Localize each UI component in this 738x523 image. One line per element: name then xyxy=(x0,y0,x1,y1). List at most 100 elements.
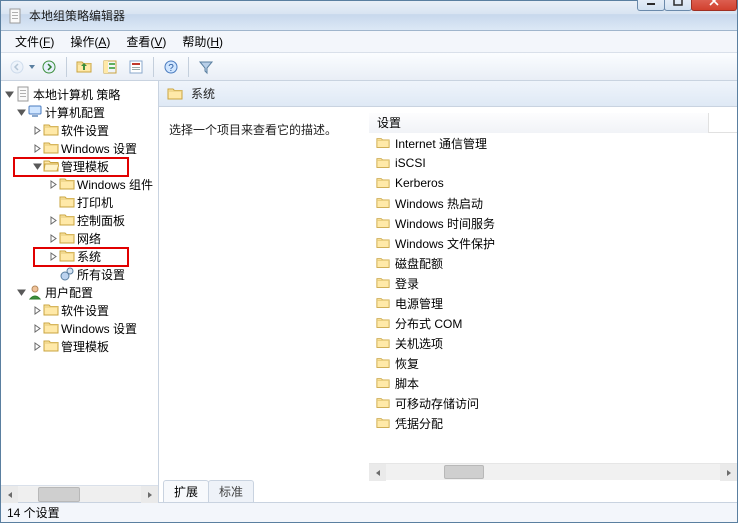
twist-closed-icon[interactable] xyxy=(31,306,43,315)
tree[interactable]: 本地计算机 策略 计算机配置 软件设置 Windows 设置 xyxy=(1,81,158,485)
tree-all-settings[interactable]: 所有设置 xyxy=(3,265,158,283)
scroll-thumb[interactable] xyxy=(38,487,80,502)
list-item[interactable]: 脚本 xyxy=(369,373,737,393)
twist-closed-icon[interactable] xyxy=(31,342,43,351)
menu-action[interactable]: 操作(A) xyxy=(62,31,118,52)
properties-button[interactable] xyxy=(124,56,148,78)
list-item[interactable]: Internet 通信管理 xyxy=(369,133,737,153)
list-item[interactable]: 磁盘配额 xyxy=(369,253,737,273)
tree-system[interactable]: 系统 xyxy=(3,247,158,265)
list-item[interactable]: 登录 xyxy=(369,273,737,293)
folder-icon xyxy=(59,230,75,246)
tree-u-software-settings[interactable]: 软件设置 xyxy=(3,301,158,319)
folder-icon xyxy=(59,176,75,192)
tab-extended[interactable]: 扩展 xyxy=(163,480,209,502)
twist-closed-icon[interactable] xyxy=(47,216,59,225)
list-item[interactable]: 凭据分配 xyxy=(369,413,737,433)
tree-admin-templates[interactable]: 管理模板 xyxy=(3,157,158,175)
filter-button[interactable] xyxy=(194,56,218,78)
tree-network[interactable]: 网络 xyxy=(3,229,158,247)
menu-file[interactable]: 文件(F) xyxy=(7,31,62,52)
twist-open-icon[interactable] xyxy=(31,162,43,171)
show-hide-tree-button[interactable] xyxy=(98,56,122,78)
tree-pane: 本地计算机 策略 计算机配置 软件设置 Windows 设置 xyxy=(1,81,159,502)
window-title: 本地组策略编辑器 xyxy=(29,7,638,24)
tree-u-windows-settings[interactable]: Windows 设置 xyxy=(3,319,158,337)
close-button[interactable] xyxy=(691,0,737,11)
help-button[interactable]: ? xyxy=(159,56,183,78)
title-bar: 本地组策略编辑器 xyxy=(1,1,737,31)
tree-label: Windows 设置 xyxy=(61,320,137,337)
column-settings[interactable]: 设置 xyxy=(369,113,709,133)
twist-closed-icon[interactable] xyxy=(47,180,59,189)
folder-icon xyxy=(375,276,391,290)
folder-icon xyxy=(167,86,183,102)
back-button[interactable] xyxy=(5,56,29,78)
list-item-label: Internet 通信管理 xyxy=(395,135,487,152)
list-item[interactable]: Windows 时间服务 xyxy=(369,213,737,233)
twist-open-icon[interactable] xyxy=(15,288,27,297)
tree-user-config[interactable]: 用户配置 xyxy=(3,283,158,301)
list-item[interactable]: iSCSI xyxy=(369,153,737,173)
list-item[interactable]: 电源管理 xyxy=(369,293,737,313)
tree-software-settings[interactable]: 软件设置 xyxy=(3,121,158,139)
folder-icon xyxy=(375,336,391,350)
twist-closed-icon[interactable] xyxy=(31,324,43,333)
tree-horizontal-scrollbar[interactable] xyxy=(1,485,158,502)
tree-control-panel[interactable]: 控制面板 xyxy=(3,211,158,229)
scroll-track[interactable] xyxy=(18,487,141,502)
list-item[interactable]: 关机选项 xyxy=(369,333,737,353)
detail-header-title: 系统 xyxy=(191,85,215,102)
twist-closed-icon[interactable] xyxy=(47,252,59,261)
tree-label: Windows 组件 xyxy=(77,176,153,193)
tree-label: 软件设置 xyxy=(61,122,109,139)
up-button[interactable] xyxy=(72,56,96,78)
settings-list[interactable]: Internet 通信管理iSCSIKerberosWindows 热启动Win… xyxy=(369,133,737,463)
scroll-left-icon[interactable] xyxy=(1,486,18,503)
status-text: 14 个设置 xyxy=(7,504,60,521)
list-item[interactable]: Kerberos xyxy=(369,173,737,193)
tree-printers[interactable]: 打印机 xyxy=(3,193,158,211)
twist-open-icon[interactable] xyxy=(15,108,27,117)
scroll-thumb[interactable] xyxy=(444,465,484,479)
folder-icon xyxy=(375,256,391,270)
list-horizontal-scrollbar[interactable] xyxy=(369,463,737,480)
tree-root[interactable]: 本地计算机 策略 xyxy=(3,85,158,103)
twist-closed-icon[interactable] xyxy=(47,234,59,243)
policy-icon xyxy=(15,86,31,102)
twist-closed-icon[interactable] xyxy=(31,144,43,153)
list-item-label: 关机选项 xyxy=(395,335,443,352)
tree-windows-settings[interactable]: Windows 设置 xyxy=(3,139,158,157)
list-item-label: 登录 xyxy=(395,275,419,292)
folder-icon xyxy=(375,396,391,410)
maximize-button[interactable] xyxy=(664,0,692,11)
scroll-right-icon[interactable] xyxy=(720,464,737,481)
menu-help[interactable]: 帮助(H) xyxy=(174,31,231,52)
scroll-right-icon[interactable] xyxy=(141,486,158,503)
twist-closed-icon[interactable] xyxy=(31,126,43,135)
toolbar-separator xyxy=(188,57,189,77)
list-item-label: Windows 文件保护 xyxy=(395,235,495,252)
folder-icon xyxy=(375,176,391,190)
list-item[interactable]: Windows 热启动 xyxy=(369,193,737,213)
tree-computer-config[interactable]: 计算机配置 xyxy=(3,103,158,121)
back-dropdown[interactable] xyxy=(29,56,35,78)
detail-content: 选择一个项目来查看它的描述。 设置 Internet 通信管理iSCSIKerb… xyxy=(159,107,737,480)
folder-icon xyxy=(59,248,75,264)
tree-u-admin-templates[interactable]: 管理模板 xyxy=(3,337,158,355)
list-item[interactable]: 可移动存储访问 xyxy=(369,393,737,413)
minimize-button[interactable] xyxy=(637,0,665,11)
forward-button[interactable] xyxy=(37,56,61,78)
tree-windows-components[interactable]: Windows 组件 xyxy=(3,175,158,193)
menu-view[interactable]: 查看(V) xyxy=(118,31,174,52)
settings-list-panel: 设置 Internet 通信管理iSCSIKerberosWindows 热启动… xyxy=(369,113,737,480)
list-item[interactable]: 恢复 xyxy=(369,353,737,373)
list-item[interactable]: Windows 文件保护 xyxy=(369,233,737,253)
tab-standard[interactable]: 标准 xyxy=(208,480,254,502)
twist-open-icon[interactable] xyxy=(3,90,15,99)
scroll-left-icon[interactable] xyxy=(369,464,386,481)
list-item[interactable]: 分布式 COM xyxy=(369,313,737,333)
list-item-label: 可移动存储访问 xyxy=(395,395,479,412)
detail-pane: 系统 选择一个项目来查看它的描述。 设置 Internet 通信管理iSCSIK… xyxy=(159,81,737,502)
tree-label: 打印机 xyxy=(77,194,113,211)
